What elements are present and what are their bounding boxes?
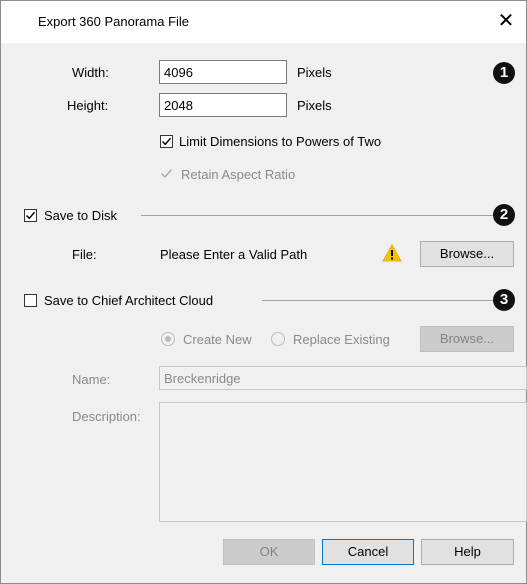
- create-new-radio[interactable]: [161, 332, 175, 346]
- replace-existing-label: Replace Existing: [293, 332, 390, 347]
- save-to-cloud-label: Save to Chief Architect Cloud: [44, 293, 214, 308]
- warning-icon: [382, 244, 402, 262]
- ok-button[interactable]: OK: [223, 539, 315, 565]
- limit-powers-label: Limit Dimensions to Powers of Two: [179, 134, 382, 149]
- help-button[interactable]: Help: [421, 539, 514, 565]
- name-input[interactable]: [159, 366, 527, 390]
- retain-aspect-label: Retain Aspect Ratio: [181, 167, 296, 182]
- dialog-title: Export 360 Panorama File: [38, 14, 190, 29]
- save-to-disk-label: Save to Disk: [44, 208, 117, 223]
- disk-browse-button[interactable]: Browse...: [420, 241, 514, 267]
- width-unit-label: Pixels: [297, 65, 332, 80]
- file-label: File:: [72, 247, 97, 262]
- cloud-browse-button[interactable]: Browse...: [420, 326, 514, 352]
- callout-badge-2: 2: [493, 204, 515, 226]
- callout-badge-3: 3: [493, 289, 515, 311]
- close-icon[interactable]: ✕: [494, 9, 518, 33]
- description-textarea[interactable]: [159, 402, 527, 522]
- checkmark-icon: [161, 169, 173, 179]
- save-to-disk-checkbox[interactable]: [24, 209, 37, 222]
- create-new-label: Create New: [183, 332, 252, 347]
- section-divider: [262, 300, 493, 301]
- name-label: Name:: [72, 372, 111, 387]
- title-bar: Export 360 Panorama File ✕: [1, 1, 526, 43]
- checkmark-icon: [162, 137, 172, 146]
- retain-aspect-checkbox[interactable]: [160, 167, 173, 180]
- checkmark-icon: [26, 211, 36, 220]
- save-to-cloud-checkbox[interactable]: [24, 294, 37, 307]
- height-unit-label: Pixels: [297, 98, 332, 113]
- export-panorama-dialog: Export 360 Panorama File ✕ Width: Pixels…: [0, 0, 527, 584]
- height-input[interactable]: [159, 93, 287, 117]
- height-label: Height:: [67, 98, 109, 113]
- cancel-button[interactable]: Cancel: [322, 539, 414, 565]
- width-label: Width:: [72, 65, 109, 80]
- section-divider: [141, 215, 493, 216]
- description-label: Description:: [72, 409, 141, 424]
- width-input[interactable]: [159, 60, 287, 84]
- replace-existing-radio[interactable]: [271, 332, 285, 346]
- file-path-value: Please Enter a Valid Path: [160, 247, 308, 262]
- callout-badge-1: 1: [493, 62, 515, 84]
- limit-powers-checkbox[interactable]: [160, 135, 173, 148]
